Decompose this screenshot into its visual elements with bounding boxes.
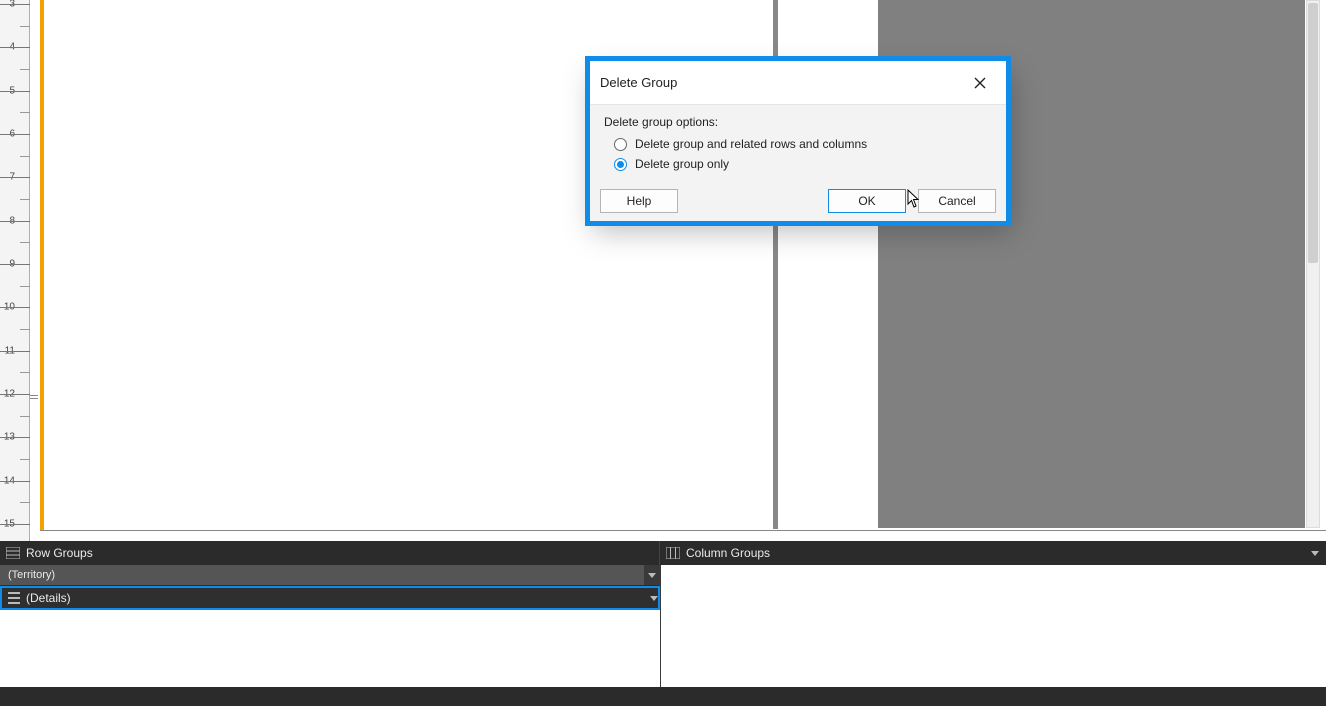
dialog-footer: Help OK Cancel bbox=[590, 181, 1006, 221]
column-groups-icon bbox=[666, 547, 680, 559]
help-button[interactable]: Help bbox=[600, 189, 678, 213]
radio-icon bbox=[614, 138, 627, 151]
details-icon bbox=[8, 592, 20, 604]
group-item-label: (Territory) bbox=[8, 569, 55, 581]
vertical-ruler: 3456789101112131415 bbox=[0, 0, 30, 541]
row-groups-icon bbox=[6, 547, 20, 559]
options-label: Delete group options: bbox=[604, 115, 992, 129]
chevron-down-icon[interactable] bbox=[650, 596, 658, 601]
vertical-scrollbar[interactable] bbox=[1306, 0, 1320, 528]
dialog-titlebar[interactable]: Delete Group bbox=[590, 61, 1006, 105]
cancel-button[interactable]: Cancel bbox=[918, 189, 996, 213]
option-delete-group-and-related[interactable]: Delete group and related rows and column… bbox=[614, 135, 992, 153]
vertical-scrollbar-thumb[interactable] bbox=[1308, 3, 1318, 263]
delete-group-dialog: Delete Group Delete group options: Delet… bbox=[585, 56, 1011, 226]
chevron-down-icon[interactable] bbox=[644, 565, 660, 585]
column-groups-label: Column Groups bbox=[686, 546, 770, 560]
chevron-down-icon[interactable] bbox=[1310, 548, 1320, 558]
dialog-body: Delete group options: Delete group and r… bbox=[590, 105, 1006, 221]
option-delete-group-only[interactable]: Delete group only bbox=[614, 155, 992, 173]
row-group-item-details[interactable]: (Details) bbox=[0, 586, 660, 610]
row-groups-header[interactable]: Row Groups bbox=[0, 541, 660, 565]
column-groups-list bbox=[660, 565, 1326, 687]
dialog-title: Delete Group bbox=[600, 75, 964, 90]
row-groups-label: Row Groups bbox=[26, 546, 93, 560]
close-icon[interactable] bbox=[964, 69, 996, 97]
row-groups-list: (Territory) (Details) bbox=[0, 565, 660, 687]
ok-button[interactable]: OK bbox=[828, 189, 906, 213]
option-label: Delete group only bbox=[635, 155, 729, 173]
group-item-label: (Details) bbox=[26, 591, 71, 605]
row-group-item-territory[interactable]: (Territory) bbox=[0, 565, 660, 586]
column-groups-header[interactable]: Column Groups bbox=[660, 541, 1326, 565]
design-canvas-bottom-border bbox=[40, 530, 1326, 531]
radio-icon bbox=[614, 158, 627, 171]
status-bar bbox=[0, 687, 1326, 706]
option-label: Delete group and related rows and column… bbox=[635, 135, 867, 153]
groups-panel-header: Row Groups Column Groups bbox=[0, 541, 1326, 565]
ruler-split-grip[interactable] bbox=[30, 393, 38, 401]
